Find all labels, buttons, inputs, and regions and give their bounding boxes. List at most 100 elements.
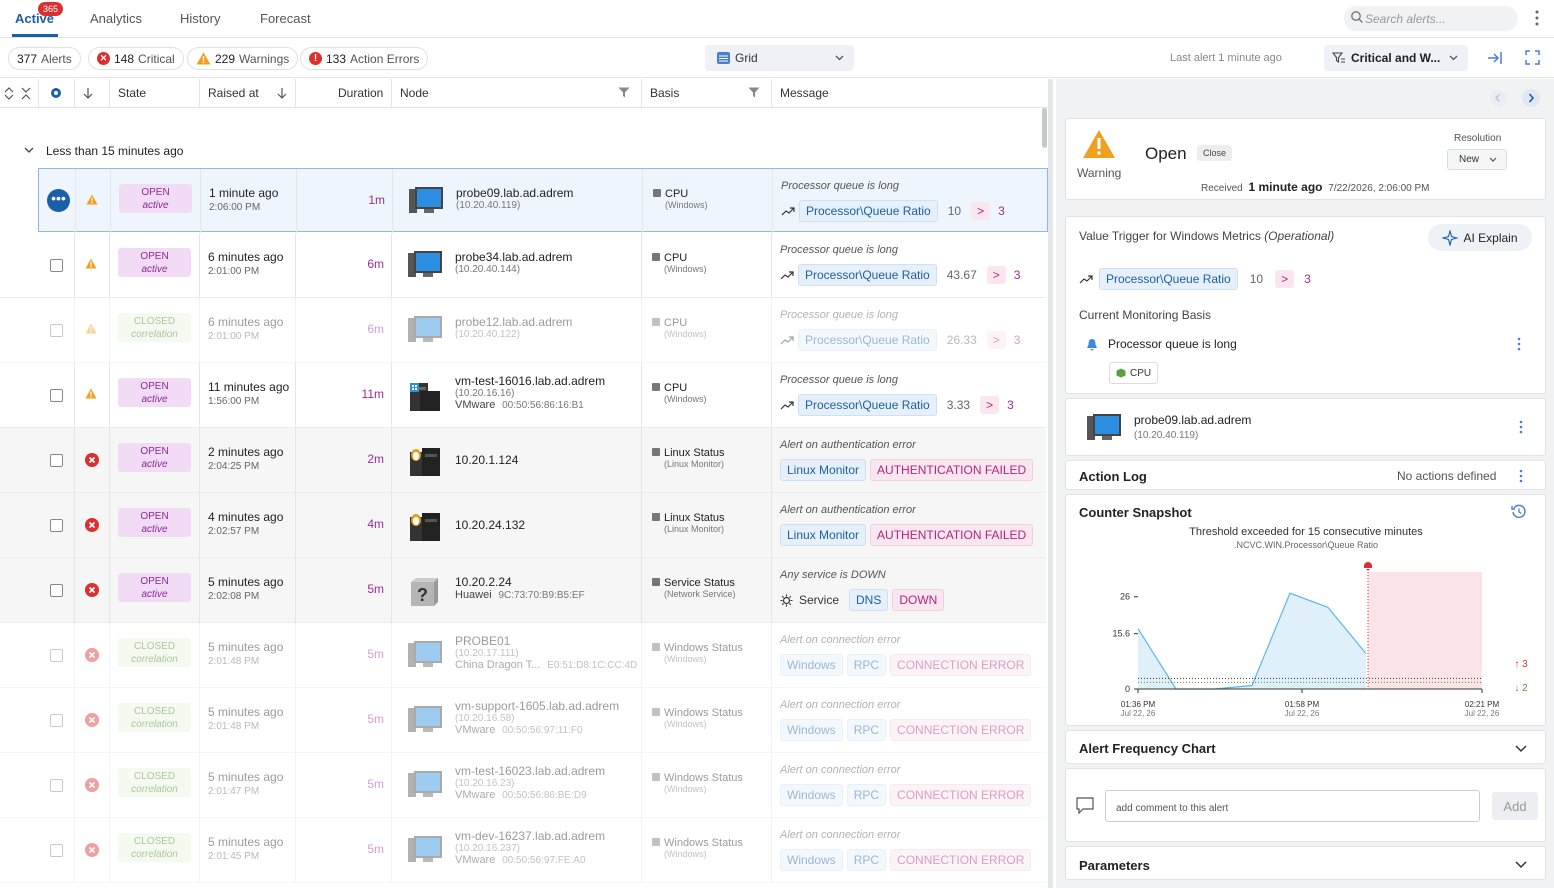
sort-down-icon[interactable] (83, 87, 93, 100)
close-alert-button[interactable]: Close (1197, 145, 1233, 161)
sort-down-icon[interactable] (277, 87, 287, 100)
warning-icon (86, 194, 98, 205)
table-row[interactable]: OPEN active 5 minutes ago 2:02:08 PM 5m? 10.2… (0, 558, 1046, 623)
table-row[interactable]: CLOSED correlation 5 minutes ago 2:01:48 PM… (0, 623, 1046, 688)
previous-alert-icon[interactable] (1490, 90, 1506, 106)
basis-sub: (Windows) (664, 784, 707, 794)
node-name[interactable]: 10.20.1.124 (455, 453, 518, 467)
filter-icon[interactable] (748, 87, 760, 98)
column-state[interactable]: State (118, 86, 146, 100)
node-ip: (10.20.40.119) (456, 200, 521, 211)
row-checkbox[interactable] (50, 324, 63, 337)
node-name[interactable]: probe09.lab.ad.adrem (456, 186, 573, 200)
windows-tower-icon (408, 381, 442, 416)
warnings-pill[interactable]: 229 Warnings (187, 47, 299, 70)
tab-analytics[interactable]: Analytics (90, 11, 142, 26)
column-duration[interactable]: Duration (338, 86, 383, 100)
node-name[interactable]: PROBE01 (455, 634, 510, 648)
next-alert-icon[interactable] (1522, 89, 1540, 107)
basis-cell: Linux Status (Linux Monitor) (652, 512, 725, 534)
table-row[interactable]: ••• OPEN active 1 minute ago 2:06:00 PM 1m pro… (38, 168, 1048, 234)
more-menu-icon[interactable] (1519, 469, 1523, 483)
parameters-card[interactable]: Parameters (1065, 846, 1546, 880)
filter-icon[interactable] (618, 87, 630, 98)
error-chip: CONNECTION ERROR (890, 784, 1032, 806)
node-mac: 00:50:56:86:16:B1 (502, 400, 584, 411)
table-row[interactable]: CLOSED correlation 6 minutes ago 2:01:00 PM… (0, 298, 1046, 363)
more-menu-icon[interactable] (1535, 10, 1539, 26)
row-checkbox[interactable] (50, 844, 63, 857)
critical-pill[interactable]: ✕ 148 Critical (88, 47, 184, 70)
more-menu-icon[interactable] (1517, 337, 1521, 351)
basis-name: CPU (664, 317, 688, 329)
scrollbar[interactable] (1042, 108, 1047, 148)
status-text: OPEN (140, 446, 169, 457)
table-row[interactable]: CLOSED correlation 5 minutes ago 2:01:48 PM… (0, 688, 1046, 753)
add-comment-button[interactable]: Add (1492, 792, 1538, 820)
row-checkbox[interactable] (50, 714, 63, 727)
table-row[interactable]: OPEN active 6 minutes ago 2:01:00 PM 6m probe… (0, 233, 1046, 298)
node-name[interactable]: probe34.lab.ad.adrem (455, 250, 572, 264)
error-chip: CONNECTION ERROR (890, 849, 1032, 871)
raised-time: 2:01:48 PM (208, 656, 260, 667)
node-name[interactable]: probe12.lab.ad.adrem (455, 315, 572, 329)
node-name[interactable]: vm-dev-16237.lab.ad.adrem (455, 829, 605, 843)
node-name[interactable]: vm-test-16023.lab.ad.adrem (455, 764, 605, 778)
trend-up-icon (780, 401, 794, 410)
alerts-pill[interactable]: 377 Alerts (8, 47, 81, 70)
row-checkbox[interactable] (50, 519, 63, 532)
node-ip: (10.20.16.237) (455, 843, 521, 854)
history-icon[interactable] (1511, 504, 1527, 520)
node-name[interactable]: probe09.lab.ad.adrem (1134, 413, 1251, 427)
basis-cell: Windows Status (Windows) (652, 642, 743, 664)
column-raised-at[interactable]: Raised at (208, 86, 259, 100)
row-checkbox[interactable] (50, 649, 63, 662)
node-name[interactable]: vm-support-1605.lab.ad.adrem (455, 699, 619, 713)
raised-cell: 5 minutes ago 2:01:47 PM (208, 770, 283, 797)
search-input[interactable]: Search alerts... (1344, 6, 1518, 31)
more-menu-icon[interactable] (1519, 420, 1523, 434)
node-name[interactable]: 10.20.24.132 (455, 518, 525, 532)
filter-value: Critical and W... (1351, 51, 1441, 65)
panel-splitter[interactable] (1048, 79, 1053, 888)
status-badge: CLOSED correlation (118, 833, 191, 862)
row-checkbox[interactable] (50, 584, 63, 597)
tab-history[interactable]: History (180, 11, 220, 26)
column-message[interactable]: Message (780, 86, 829, 100)
gear-icon[interactable] (49, 86, 63, 100)
node-name[interactable]: 10.20.2.24 (455, 575, 512, 589)
table-row[interactable]: OPEN active 11 minutes ago 1:56:00 PM 11m vm-… (0, 363, 1046, 428)
basis-sub: (Network Service) (664, 589, 736, 599)
column-node[interactable]: Node (400, 86, 429, 100)
row-checkbox[interactable] (50, 454, 63, 467)
fullscreen-icon[interactable] (1525, 50, 1540, 65)
basis-chip[interactable]: CPU (1109, 362, 1159, 384)
node-name[interactable]: vm-test-16016.lab.ad.adrem (455, 374, 605, 388)
alert-frequency-card[interactable]: Alert Frequency Chart (1065, 730, 1546, 764)
expand-all-icon[interactable] (4, 87, 14, 100)
row-checkbox[interactable] (50, 779, 63, 792)
resolution-select[interactable]: New (1447, 149, 1507, 170)
view-select[interactable]: Grid (705, 45, 854, 71)
table-row[interactable]: OPEN active 4 minutes ago 2:02:57 PM 4m 10.20… (0, 493, 1046, 558)
group-header[interactable]: Less than 15 minutes ago (0, 138, 1040, 163)
tab-forecast[interactable]: Forecast (260, 11, 311, 26)
severity-cell (85, 648, 99, 665)
row-checkbox[interactable] (50, 259, 63, 272)
message-chips: Processor\Queue Ratio 3.33 >3 (780, 394, 1014, 416)
comment-input[interactable]: add comment to this alert (1105, 790, 1480, 822)
node-cell: vm-test-16023.lab.ad.adrem (10.20.16.23) V… (455, 764, 605, 801)
table-row[interactable]: CLOSED correlation 5 minutes ago 2:01:47 PM… (0, 753, 1046, 818)
severity-filter[interactable]: Critical and W... (1324, 45, 1468, 71)
row-actions-button[interactable]: ••• (47, 189, 70, 212)
basis-alert: Processor queue is long (1086, 337, 1237, 351)
column-basis[interactable]: Basis (650, 86, 679, 100)
action-errors-pill[interactable]: ! 133 Action Errors (300, 47, 429, 70)
table-row[interactable]: OPEN active 2 minutes ago 2:04:25 PM 2m 10.20… (0, 428, 1046, 493)
row-checkbox[interactable] (50, 389, 63, 402)
collapse-panel-icon[interactable] (1487, 51, 1503, 65)
table-row[interactable]: CLOSED correlation 5 minutes ago 2:01:45 PM… (0, 818, 1046, 883)
ai-explain-button[interactable]: AI Explain (1428, 224, 1532, 251)
operator-chip: > (986, 331, 1006, 349)
collapse-all-icon[interactable] (21, 87, 31, 100)
